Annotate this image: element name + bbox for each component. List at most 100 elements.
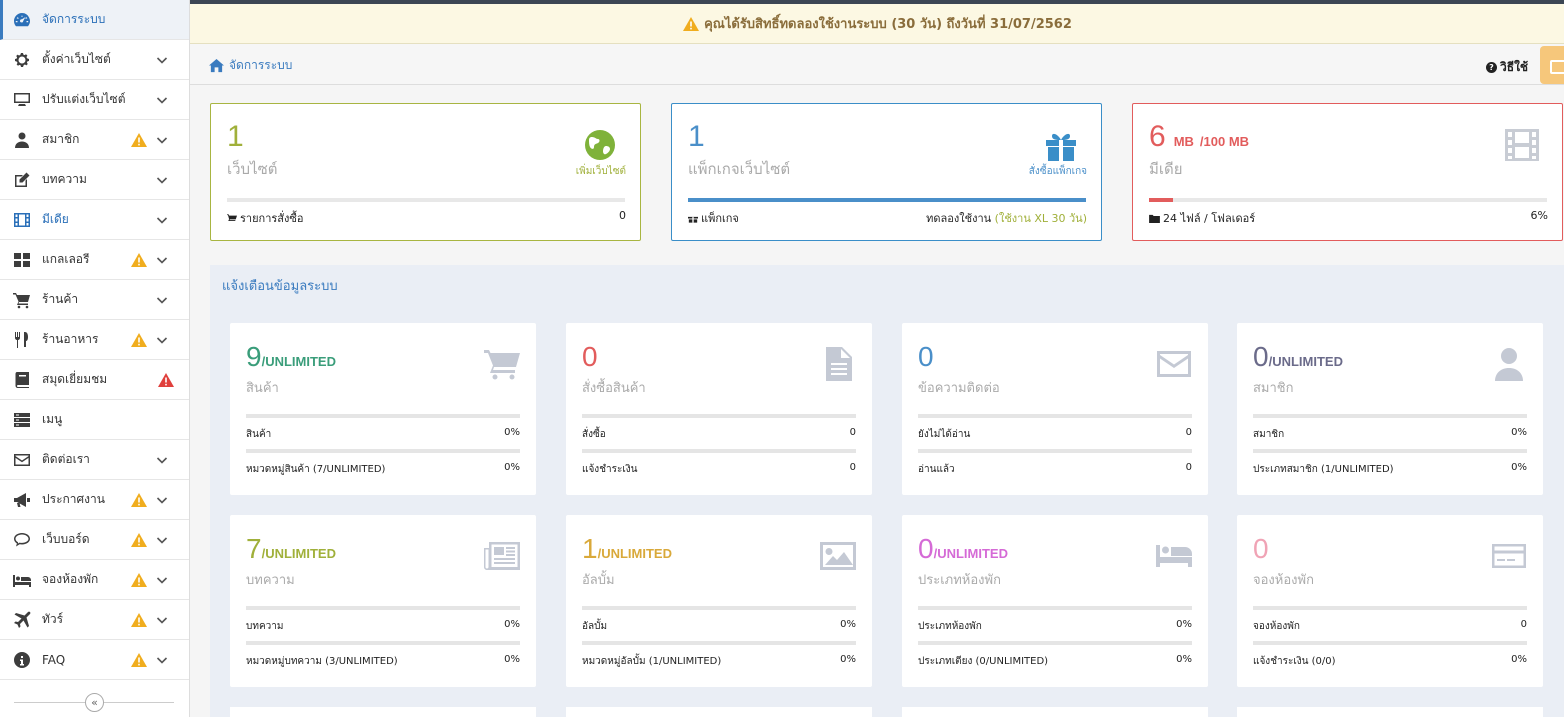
chevron-down-icon[interactable]	[156, 214, 168, 226]
stat-progress	[582, 641, 856, 645]
warning-icon	[130, 332, 148, 348]
summary-foot-left: 24 ไฟล์ / โฟลเดอร์	[1149, 209, 1255, 227]
chevron-down-icon[interactable]	[156, 134, 168, 146]
summary-foot-right: 6%	[1531, 209, 1548, 222]
stat-value: 0	[1253, 533, 1269, 564]
chevron-down-icon[interactable]	[156, 294, 168, 306]
stat-progress	[246, 414, 520, 418]
stat-row-value: 0	[1185, 427, 1192, 438]
stat-number: 0	[918, 341, 934, 373]
edit-icon	[12, 170, 32, 190]
sidebar-item-16[interactable]: FAQ	[0, 640, 189, 680]
summary-number: 1	[227, 120, 244, 154]
stat-card-7[interactable]: 0 จองห้องพัก จองห้องพัก 0 แจ้งชำระเงิน (0/0)…	[1237, 515, 1543, 687]
chevron-down-icon[interactable]	[156, 494, 168, 506]
stat-progress	[246, 641, 520, 645]
stat-card-partial	[230, 707, 536, 717]
stat-card-partial	[1237, 707, 1543, 717]
stat-row-label: แจ้งชำระเงิน (0/0)	[1253, 656, 1336, 667]
envelope-icon	[1156, 347, 1192, 381]
breadcrumb-home[interactable]: จัดการระบบ	[229, 56, 292, 75]
summary-card-0: 1 เว็บไซต์ เพิ่มเว็บไซต์ รายการสั่งซื้อ 0	[210, 103, 641, 241]
cart-icon	[12, 290, 32, 310]
summary-icon-wrap	[1504, 128, 1540, 162]
sidebar-item-8[interactable]: ร้านอาหาร	[0, 320, 189, 360]
stat-label: ประเภทห้องพัก	[918, 573, 1001, 588]
help-label[interactable]: วิธีใช้	[1500, 58, 1528, 77]
stat-number: 0/UNLIMITED	[918, 533, 1008, 565]
summary-label: มีเดีย	[1149, 160, 1183, 178]
stat-progress	[918, 606, 1192, 610]
chevron-down-icon[interactable]	[156, 334, 168, 346]
stat-card-1[interactable]: 0 สั่งซื้อสินค้า สั่งซื้อ 0 แจ้งชำระเงิน 0	[566, 323, 872, 495]
sidebar-item-7[interactable]: ร้านค้า	[0, 280, 189, 320]
stat-unit: /UNLIMITED	[933, 546, 1008, 561]
chevron-down-icon[interactable]	[156, 454, 168, 466]
help-link[interactable]: ? วิธีใช้	[1486, 58, 1528, 77]
sidebar-item-1[interactable]: ตั้งค่าเว็บไซต์	[0, 40, 189, 80]
sidebar-collapse: «	[0, 685, 190, 717]
gift-icon	[1046, 133, 1076, 161]
sidebar-item-0[interactable]: จัดการระบบ	[0, 0, 189, 40]
chevron-down-icon[interactable]	[156, 254, 168, 266]
stat-number: 0	[1253, 533, 1269, 565]
collapse-sidebar-button[interactable]: «	[85, 693, 104, 712]
stat-value: 0	[1253, 341, 1269, 372]
sidebar-item-9[interactable]: สมุดเยี่ยมชม	[0, 360, 189, 400]
sidebar-item-4[interactable]: บทความ	[0, 160, 189, 200]
stat-row: แจ้งชำระเงิน 0	[582, 462, 856, 477]
chevron-down-icon[interactable]	[156, 534, 168, 546]
stat-card-6[interactable]: 0/UNLIMITED ประเภทห้องพัก ประเภทห้องพัก 0% ป…	[902, 515, 1208, 687]
summary-icon-wrap	[1043, 128, 1079, 162]
stat-label: อัลบั้ม	[582, 573, 615, 588]
stat-card-4[interactable]: 7/UNLIMITED บทความ บทความ 0% หมวดหมู่บทความ …	[230, 515, 536, 687]
stat-label: บทความ	[246, 573, 295, 588]
stat-card-0[interactable]: 9/UNLIMITED สินค้า สินค้า 0% หมวดหมู่สินค้า …	[230, 323, 536, 495]
film-icon	[12, 210, 32, 230]
chevron-down-icon[interactable]	[156, 94, 168, 106]
stat-number: 9/UNLIMITED	[246, 341, 336, 373]
stat-row-value: 0%	[840, 619, 856, 630]
trial-banner-text: คุณได้รับสิทธิ์ทดลองใช้งานระบบ (30 วัน) …	[704, 17, 1072, 32]
gear-icon	[12, 50, 32, 70]
stat-card-2[interactable]: 0 ข้อความติดต่อ ยังไม่ได้อ่าน 0 อ่านแล้ว 0	[902, 323, 1208, 495]
summary-link[interactable]: สั่งซื้อแพ็กเกจ	[1029, 164, 1087, 179]
summary-card-2: 6 MB/100 MB มีเดีย 24 ไฟล์ / โฟลเดอร์ 6%	[1132, 103, 1563, 241]
chevron-down-icon[interactable]	[156, 654, 168, 666]
sidebar-item-14[interactable]: จองห้องพัก	[0, 560, 189, 600]
summary-limit: /100 MB	[1199, 134, 1250, 149]
stat-row-value: 0%	[1176, 619, 1192, 630]
sidebar-item-13[interactable]: เว็บบอร์ด	[0, 520, 189, 560]
summary-link[interactable]: เพิ่มเว็บไซต์	[576, 164, 626, 179]
sidebar-item-3[interactable]: สมาชิก	[0, 120, 189, 160]
stat-row-value: 0%	[840, 654, 856, 665]
user-icon	[1491, 347, 1527, 381]
chevron-down-icon[interactable]	[156, 174, 168, 186]
sidebar-item-12[interactable]: ประกาศงาน	[0, 480, 189, 520]
chevron-down-icon[interactable]	[156, 574, 168, 586]
sidebar-item-5[interactable]: มีเดีย	[0, 200, 189, 240]
sidebar-item-10[interactable]: เมนู	[0, 400, 189, 440]
summary-value: 1	[688, 120, 705, 153]
warning-icon	[130, 532, 148, 548]
stat-row-value: 0	[849, 427, 856, 438]
stat-card-3[interactable]: 0/UNLIMITED สมาชิก สมาชิก 0% ประเภทสมาชิก (1…	[1237, 323, 1543, 495]
sidebar-item-15[interactable]: ทัวร์	[0, 600, 189, 640]
stat-row: อ่านแล้ว 0	[918, 462, 1192, 477]
summary-value: 1	[227, 120, 244, 153]
summary-progress	[1149, 198, 1547, 202]
stat-unit: /UNLIMITED	[261, 546, 336, 561]
chevron-down-icon[interactable]	[156, 614, 168, 626]
stat-row-value: 0	[1185, 462, 1192, 473]
stat-row-label: บทความ	[246, 621, 284, 632]
chevron-down-icon[interactable]	[156, 54, 168, 66]
side-panel-toggle[interactable]	[1540, 46, 1564, 84]
stat-row: หมวดหมู่อัลบั้ม (1/UNLIMITED) 0%	[582, 654, 856, 669]
breadcrumb[interactable]: จัดการระบบ	[208, 56, 292, 75]
sidebar-item-6[interactable]: แกลเลอรี	[0, 240, 189, 280]
sidebar-item-11[interactable]: ติดต่อเรา	[0, 440, 189, 480]
notice-title: แจ้งเตือนข้อมูลระบบ	[222, 279, 338, 294]
sidebar-item-2[interactable]: ปรับแต่งเว็บไซต์	[0, 80, 189, 120]
stat-row-value: 0%	[1176, 654, 1192, 665]
stat-card-5[interactable]: 1/UNLIMITED อัลบั้ม อัลบั้ม 0% หมวดหมู่อัลบั…	[566, 515, 872, 687]
